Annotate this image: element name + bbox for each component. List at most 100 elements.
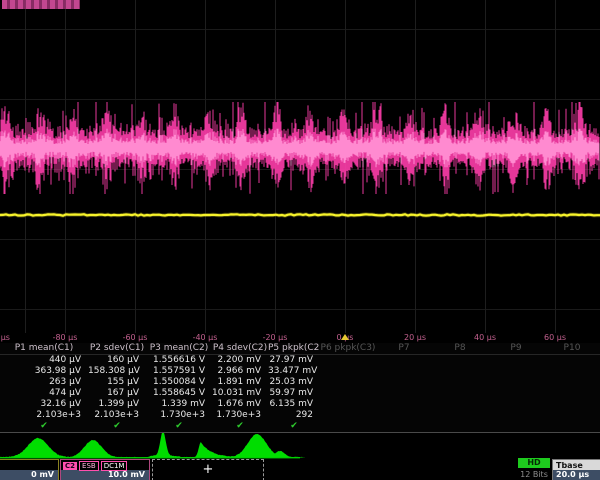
time-axis-label: -80 µs bbox=[53, 333, 78, 342]
measure-value-cell: 1.550084 V bbox=[146, 377, 212, 388]
measure-value-cell: 1.339 mV bbox=[146, 399, 212, 410]
channel-c2-descriptor[interactable]: C2 ESB DC1M 10.0 mV bbox=[60, 459, 150, 480]
measure-value-cell: 160 µV bbox=[88, 355, 146, 366]
measure-header-p2[interactable]: P2 sdev(C1) bbox=[88, 343, 146, 355]
measure-value-cell: 363.98 µV bbox=[0, 366, 88, 377]
c1-volts-per-div: 0 mV bbox=[0, 470, 58, 480]
measure-value-cell bbox=[376, 377, 432, 388]
measure-value-cell: 32.16 µV bbox=[0, 399, 88, 410]
descriptor-bar: DC1M 0 mV C2 ESB DC1M 10.0 mV + HD 12 Bi… bbox=[0, 459, 600, 480]
measure-status-check: ✔ bbox=[88, 421, 146, 432]
measure-header-p8[interactable]: P8 bbox=[432, 343, 488, 355]
hd-bits-label: 12 Bits bbox=[512, 470, 556, 479]
measure-header-p9[interactable]: P9 bbox=[488, 343, 544, 355]
measure-value-cell bbox=[544, 410, 600, 421]
measure-value-cell: 158.308 µV bbox=[88, 366, 146, 377]
measure-value-cell: 2.103e+3 bbox=[0, 410, 88, 421]
measure-value-cell: 2.103e+3 bbox=[88, 410, 146, 421]
measure-value-cell: 1.399 µV bbox=[88, 399, 146, 410]
measure-value-cell: 263 µV bbox=[0, 377, 88, 388]
c2-label: C2 bbox=[63, 462, 77, 470]
measurement-histogram bbox=[0, 433, 600, 459]
measure-status-check bbox=[376, 421, 432, 432]
measure-header-p1[interactable]: P1 mean(C1) bbox=[0, 343, 88, 355]
measure-value-cell bbox=[544, 355, 600, 366]
measure-value-cell bbox=[432, 399, 488, 410]
measure-status-check: ✔ bbox=[0, 421, 88, 432]
measure-value-cell bbox=[488, 366, 544, 377]
measure-status-check bbox=[432, 421, 488, 432]
measure-header-p5[interactable]: P5 pkpk(C2) bbox=[268, 343, 320, 355]
measure-value-cell: 6.135 mV bbox=[268, 399, 320, 410]
c2-coupling-chip: DC1M bbox=[101, 461, 128, 471]
measure-status-check bbox=[320, 421, 376, 432]
time-axis-label: 20 µs bbox=[404, 333, 426, 342]
timebase-descriptor[interactable]: Tbase 20.0 µs bbox=[552, 459, 600, 480]
measure-status-check bbox=[544, 421, 600, 432]
measure-value-cell bbox=[432, 366, 488, 377]
measure-value-cell: 27.97 mV bbox=[268, 355, 320, 366]
measure-value-cell bbox=[544, 399, 600, 410]
time-axis-label: 40 µs bbox=[474, 333, 496, 342]
measure-value-cell: 167 µV bbox=[88, 388, 146, 399]
measure-header-p6[interactable]: P6 pkpk(C3) bbox=[320, 343, 376, 355]
measure-value-cell bbox=[320, 399, 376, 410]
measure-value-cell: 59.97 mV bbox=[268, 388, 320, 399]
measure-value-cell bbox=[488, 355, 544, 366]
measure-value-cell bbox=[320, 377, 376, 388]
measure-status-check bbox=[488, 421, 544, 432]
measure-status-check: ✔ bbox=[268, 421, 320, 432]
measure-value-cell bbox=[376, 388, 432, 399]
timebase-per-div: 20.0 µs bbox=[553, 470, 600, 480]
oscilloscope-screen: -100 µs-80 µs-60 µs-40 µs-20 µs0 µs20 µs… bbox=[0, 0, 600, 480]
measure-value-cell: 1.730e+3 bbox=[146, 410, 212, 421]
measure-value-cell: 1.676 mV bbox=[212, 399, 268, 410]
measure-value-cell: 440 µV bbox=[0, 355, 88, 366]
measure-value-cell: 25.03 mV bbox=[268, 377, 320, 388]
measure-status-check: ✔ bbox=[212, 421, 268, 432]
measure-value-cell: 2.966 mV bbox=[212, 366, 268, 377]
time-axis-label: -60 µs bbox=[123, 333, 148, 342]
time-axis-label: -100 µs bbox=[0, 333, 10, 342]
measure-value-cell bbox=[320, 388, 376, 399]
measure-value-cell bbox=[376, 366, 432, 377]
trace-annotation-badge bbox=[2, 0, 80, 9]
plus-icon: + bbox=[153, 460, 263, 479]
measure-value-cell: 10.031 mV bbox=[212, 388, 268, 399]
time-axis-label: 60 µs bbox=[544, 333, 566, 342]
measure-value-cell bbox=[488, 377, 544, 388]
measure-value-cell: 1.558645 V bbox=[146, 388, 212, 399]
trigger-time-marker-icon bbox=[341, 334, 349, 340]
measure-header-p3[interactable]: P3 mean(C2) bbox=[146, 343, 212, 355]
measure-header-p7[interactable]: P7 bbox=[376, 343, 432, 355]
measure-value-cell bbox=[544, 366, 600, 377]
measure-value-cell bbox=[320, 355, 376, 366]
measure-value-cell bbox=[432, 377, 488, 388]
measure-header-p10[interactable]: P10 bbox=[544, 343, 600, 355]
measure-value-cell bbox=[488, 410, 544, 421]
waveform-traces bbox=[0, 0, 600, 333]
measure-value-cell bbox=[544, 377, 600, 388]
measure-value-cell bbox=[320, 366, 376, 377]
c2-esb-chip: ESB bbox=[79, 461, 99, 471]
measure-value-cell bbox=[376, 410, 432, 421]
c2-volts-per-div: 10.0 mV bbox=[61, 470, 149, 480]
timebase-label: Tbase bbox=[553, 460, 600, 470]
measure-status-check: ✔ bbox=[146, 421, 212, 432]
hd-mode-badge[interactable]: HD bbox=[518, 458, 550, 468]
add-trace-button[interactable]: + bbox=[152, 459, 264, 480]
measure-value-cell: 1.556616 V bbox=[146, 355, 212, 366]
measure-value-cell bbox=[544, 388, 600, 399]
measure-value-cell: 292 bbox=[268, 410, 320, 421]
measure-value-cell bbox=[432, 388, 488, 399]
measure-value-cell: 1.557591 V bbox=[146, 366, 212, 377]
measure-value-cell bbox=[488, 388, 544, 399]
channel-c1-descriptor[interactable]: DC1M 0 mV bbox=[0, 459, 59, 480]
measure-value-cell: 2.200 mV bbox=[212, 355, 268, 366]
waveform-grid[interactable] bbox=[0, 0, 600, 333]
measure-value-cell: 1.891 mV bbox=[212, 377, 268, 388]
measure-value-cell bbox=[432, 355, 488, 366]
measure-value-cell: 33.477 mV bbox=[268, 366, 320, 377]
measure-header-p4[interactable]: P4 sdev(C2) bbox=[212, 343, 268, 355]
measure-value-cell bbox=[488, 399, 544, 410]
